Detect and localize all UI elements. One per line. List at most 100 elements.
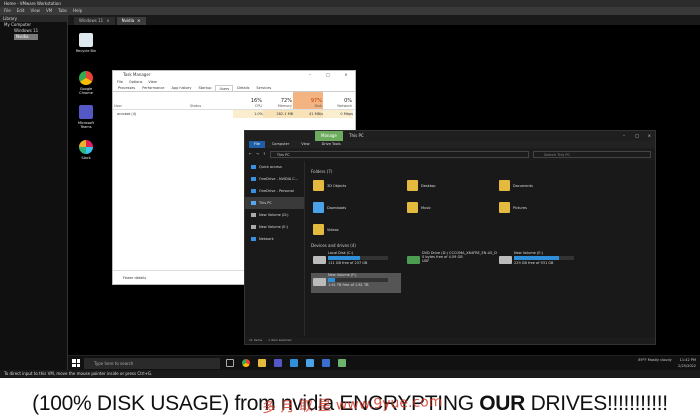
column-disk[interactable]: 97% Disk bbox=[293, 92, 323, 109]
up-arrow-icon[interactable]: ↑ bbox=[263, 152, 266, 156]
nav-this-pc[interactable]: This PC bbox=[245, 197, 304, 209]
minimize-button[interactable]: – bbox=[301, 71, 319, 79]
column-memory[interactable]: 72% Memory bbox=[263, 92, 293, 109]
drive-c[interactable]: Local Disk (C:) 111 GB free of 237 GB bbox=[311, 251, 401, 271]
teams-icon[interactable] bbox=[274, 359, 282, 367]
close-button[interactable]: × bbox=[337, 71, 355, 79]
maximize-button[interactable]: □ bbox=[319, 71, 337, 79]
drives-heading: Devices and drives (4) bbox=[311, 243, 356, 248]
drive-d-dvd[interactable]: DVD Drive (D:) CCCOMA_X64FRE_EN-US_DV9 0… bbox=[405, 251, 497, 271]
task-manager-icon[interactable] bbox=[338, 359, 346, 367]
menu-view[interactable]: View bbox=[30, 7, 40, 15]
tab-nvidia[interactable]: Nvidia × bbox=[116, 17, 146, 25]
column-label: Disk bbox=[314, 104, 322, 108]
file-explorer-window[interactable]: Manage This PC – □ × File Computer View … bbox=[244, 130, 656, 345]
window-title: This PC bbox=[349, 133, 364, 138]
clock-date[interactable]: 2/25/2022 bbox=[638, 363, 696, 369]
start-button[interactable] bbox=[72, 359, 80, 367]
close-icon[interactable]: × bbox=[137, 17, 140, 25]
drive-label: New Volume (F:) bbox=[328, 273, 357, 277]
nav-volume-e[interactable]: New Volume (E:) bbox=[245, 221, 304, 233]
manage-tool-tab[interactable]: Manage bbox=[315, 131, 343, 141]
tab-users[interactable]: Users bbox=[215, 85, 234, 91]
drive-e[interactable]: New Volume (E:) 229 GB free of 931 GB bbox=[497, 251, 587, 271]
tab-performance[interactable]: Performance bbox=[139, 85, 167, 91]
vmware-tab-strip: Windows 11 × Nvidia × bbox=[68, 15, 700, 25]
menu-edit[interactable]: Edit bbox=[17, 7, 25, 15]
menu-tabs[interactable]: Tabs bbox=[58, 7, 67, 15]
address-bar[interactable]: This PC bbox=[269, 150, 529, 158]
desktop-icon-recycle-bin[interactable]: Recycle Bin bbox=[74, 33, 98, 53]
screenshot-root: Home - VMware Workstation File Edit View… bbox=[0, 0, 700, 420]
nav-label: OneDrive - Personal bbox=[259, 189, 294, 193]
folder-documents[interactable]: Documents bbox=[497, 177, 587, 195]
drive-free-space: 111 GB free of 237 GB bbox=[328, 261, 368, 265]
file-explorer-icon[interactable] bbox=[258, 359, 266, 367]
explorer-title-bar: Manage This PC – □ × bbox=[245, 131, 655, 141]
tab-services[interactable]: Services bbox=[253, 85, 274, 91]
folder-label: Downloads bbox=[327, 206, 347, 210]
nav-label: OneDrive - NVIDIA C... bbox=[259, 177, 299, 181]
tab-windows-11[interactable]: Windows 11 × bbox=[74, 17, 115, 25]
column-user[interactable]: User bbox=[113, 92, 189, 109]
column-cpu[interactable]: 16% CPU bbox=[233, 92, 263, 109]
menu-file[interactable]: File bbox=[4, 7, 11, 15]
ribbon-drive-tools[interactable]: Drive Tools bbox=[317, 141, 346, 148]
folder-pictures[interactable]: Pictures bbox=[497, 199, 587, 217]
maximize-button[interactable]: □ bbox=[635, 131, 639, 141]
nav-onedrive-personal[interactable]: OneDrive - Personal bbox=[245, 185, 304, 197]
folder-downloads[interactable]: Downloads bbox=[311, 199, 401, 217]
minimize-button[interactable]: – bbox=[623, 131, 625, 141]
nav-label: This PC bbox=[259, 201, 272, 205]
desktop-icon-slack[interactable]: Slack bbox=[74, 140, 98, 160]
task-manager-column-headers: User Status 16% CPU 72% Memory 97% Disk 0% N… bbox=[113, 92, 355, 110]
row-cpu: 1.0% bbox=[233, 110, 263, 118]
tree-nvidia[interactable]: Nvidia bbox=[14, 34, 38, 40]
ribbon-file[interactable]: File bbox=[249, 141, 265, 148]
recycle-bin-icon bbox=[79, 33, 93, 47]
nav-network[interactable]: Network bbox=[245, 233, 304, 245]
taskbar-search[interactable]: Type here to search bbox=[84, 358, 220, 369]
pictures-folder-icon bbox=[499, 202, 510, 213]
table-row[interactable]: acrobat (4) 1.0% 282.1 MB 41 MB/s 0 Mbps bbox=[113, 110, 355, 118]
search-input[interactable]: Search This PC bbox=[533, 150, 651, 158]
tab-app-history[interactable]: App history bbox=[168, 85, 194, 91]
tab-details[interactable]: Details bbox=[234, 85, 252, 91]
tab-startup[interactable]: Startup bbox=[195, 85, 214, 91]
task-manager-title-bar: Task Manager – □ × bbox=[113, 71, 355, 79]
menu-help[interactable]: Help bbox=[73, 7, 82, 15]
nav-quick-access[interactable]: Quick access bbox=[245, 161, 304, 173]
row-user: acrobat (4) bbox=[117, 112, 137, 116]
system-tray[interactable]: 89°F Mostly cloudy 11:42 PM 2/25/2022 bbox=[638, 357, 696, 369]
desktop-icon-chrome[interactable]: Google Chrome bbox=[74, 71, 98, 95]
chrome-icon[interactable] bbox=[242, 359, 250, 367]
close-button[interactable]: × bbox=[648, 131, 651, 141]
ribbon-view[interactable]: View bbox=[296, 141, 314, 148]
folder-icon bbox=[313, 180, 324, 191]
forward-arrow-icon[interactable]: → bbox=[256, 152, 259, 156]
folder-music[interactable]: Music bbox=[405, 199, 495, 217]
pc-icon bbox=[251, 201, 256, 205]
folder-3d-objects[interactable]: 3D Objects bbox=[311, 177, 401, 195]
column-status[interactable]: Status bbox=[189, 92, 233, 109]
desktop-icon-teams[interactable]: Microsoft Teams bbox=[74, 105, 98, 129]
selection-count: 1 item selected bbox=[268, 338, 292, 342]
nav-onedrive-nvidia[interactable]: OneDrive - NVIDIA C... bbox=[245, 173, 304, 185]
menu-vm[interactable]: VM bbox=[46, 7, 52, 15]
tab-label: Nvidia bbox=[121, 18, 135, 23]
drive-f[interactable]: New Volume (F:) 1.61 TB free of 1.81 TB bbox=[311, 273, 401, 293]
weather-status[interactable]: 89°F Mostly cloudy bbox=[638, 357, 671, 363]
store-icon[interactable] bbox=[290, 359, 298, 367]
tab-processes[interactable]: Processes bbox=[115, 85, 138, 91]
close-icon[interactable]: × bbox=[106, 17, 109, 25]
column-network[interactable]: 0% Network bbox=[323, 92, 353, 109]
calendar-icon[interactable] bbox=[322, 359, 330, 367]
tree-windows-11[interactable]: Windows 11 bbox=[0, 28, 67, 34]
photos-icon[interactable] bbox=[306, 359, 314, 367]
folder-videos[interactable]: Videos bbox=[311, 221, 401, 239]
nav-volume-d[interactable]: New Volume (D:) bbox=[245, 209, 304, 221]
ribbon-computer[interactable]: Computer bbox=[267, 141, 294, 148]
task-view-icon[interactable] bbox=[226, 359, 234, 367]
back-arrow-icon[interactable]: ← bbox=[249, 152, 252, 156]
folder-desktop[interactable]: Desktop bbox=[405, 177, 495, 195]
